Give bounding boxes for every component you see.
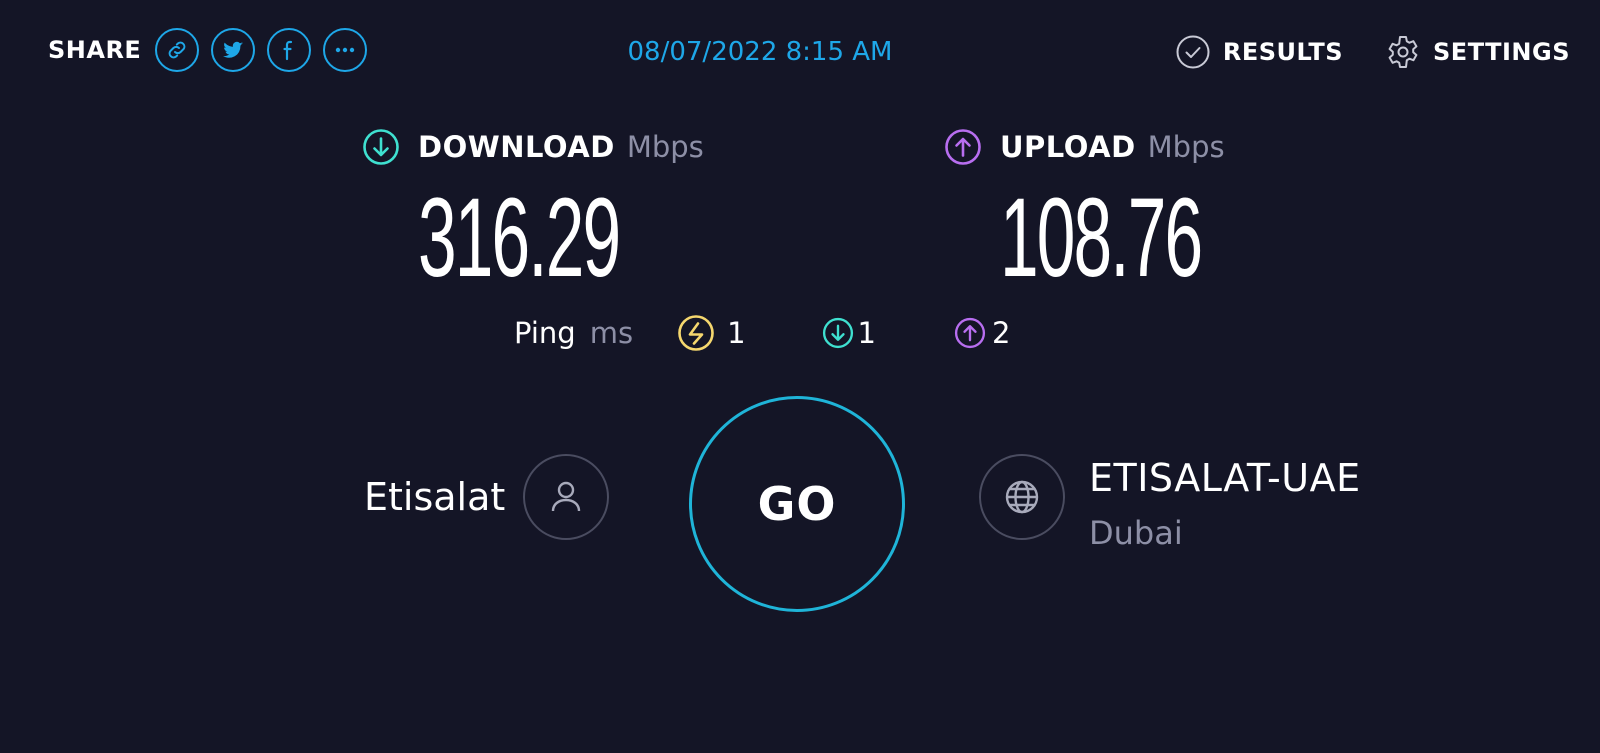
download-unit: Mbps [626, 130, 704, 164]
server-location: Dubai [1089, 514, 1183, 552]
settings-label: SETTINGS [1433, 38, 1570, 66]
download-arrow-icon [363, 129, 399, 165]
upload-metric: UPLOAD Mbps 108.76 [944, 128, 1325, 294]
download-latency-icon [822, 317, 853, 349]
ping-idle-value: 1 [727, 316, 746, 350]
check-circle-icon [1176, 35, 1210, 69]
settings-link[interactable]: SETTINGS [1385, 34, 1570, 70]
go-label: GO [757, 477, 837, 531]
isp-name: Etisalat [364, 475, 506, 519]
upload-label: UPLOAD [1000, 130, 1136, 164]
results-label: RESULTS [1222, 38, 1344, 66]
go-button[interactable]: GO [689, 396, 905, 612]
results-link[interactable]: RESULTS [1175, 34, 1343, 70]
download-label: DOWNLOAD [418, 130, 615, 164]
ping-upload-value: 2 [991, 316, 1011, 350]
ping-row: Ping ms 1 1 2 [514, 314, 1010, 352]
download-value: 316.29 [418, 175, 621, 300]
ping-unit: ms [589, 316, 634, 350]
ping-download-value: 1 [857, 316, 876, 350]
upload-unit: Mbps [1147, 130, 1225, 164]
user-icon[interactable] [523, 454, 610, 540]
speedtest-page: SHARE 08/07/2022 8:15 AM RESULTS SETTING… [0, 0, 1600, 753]
ping-upload: 2 [954, 316, 1010, 350]
globe-icon[interactable] [979, 454, 1065, 540]
server-name[interactable]: ETISALAT-UAE [1089, 456, 1361, 500]
download-metric: DOWNLOAD Mbps 316.29 [362, 128, 743, 294]
upload-arrow-icon [945, 129, 981, 165]
isp-info: Etisalat [364, 454, 610, 540]
ping-label: Ping [514, 316, 576, 350]
upload-latency-icon [954, 317, 986, 349]
ping-idle: 1 [677, 314, 746, 352]
idle-latency-icon [678, 315, 714, 351]
gear-icon [1388, 36, 1418, 68]
top-nav: RESULTS SETTINGS [1175, 34, 1570, 70]
ping-download: 1 [822, 316, 876, 350]
server-info: ETISALAT-UAE Dubai [979, 454, 1361, 552]
upload-value: 108.76 [1000, 175, 1203, 300]
